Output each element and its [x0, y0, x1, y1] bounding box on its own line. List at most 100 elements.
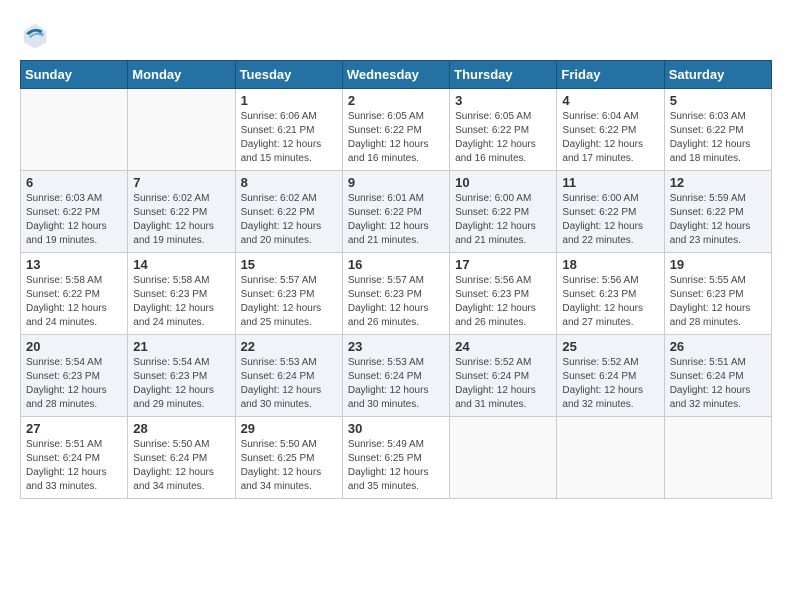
cell-info: Sunrise: 5:50 AMSunset: 6:25 PMDaylight:… — [241, 438, 337, 494]
cell-info: Sunrise: 6:06 AMSunset: 6:21 PMDaylight:… — [241, 110, 337, 166]
calendar-cell: 16 Sunrise: 5:57 AMSunset: 6:23 PMDayligh… — [342, 253, 449, 335]
calendar-cell: 13Sunrise: 5:58 AMSunset: 6:22 PMDayligh… — [21, 253, 128, 335]
day-number: 11 — [562, 175, 658, 190]
calendar-cell — [21, 89, 128, 171]
day-number: 10 — [455, 175, 551, 190]
cell-info: Sunrise: 5:53 AMSunset: 6:24 PMDaylight:… — [348, 356, 444, 412]
day-number: 5 — [670, 93, 766, 108]
day-number: 29 — [241, 421, 337, 436]
calendar-cell: 14 Sunrise: 5:58 AMSunset: 6:23 PMDayligh… — [128, 253, 235, 335]
day-number: 3 — [455, 93, 551, 108]
col-header-saturday: Saturday — [664, 61, 771, 89]
calendar-cell: 22 Sunrise: 5:53 AMSunset: 6:24 PMDayligh… — [235, 335, 342, 417]
calendar-cell — [557, 417, 664, 499]
day-number: 12 — [670, 175, 766, 190]
day-number: 7 — [133, 175, 229, 190]
col-header-thursday: Thursday — [450, 61, 557, 89]
cell-info: Sunrise: 5:57 AMSunset: 6:23 PMDaylight:… — [241, 274, 337, 330]
day-number: 28 — [133, 421, 229, 436]
day-number: 4 — [562, 93, 658, 108]
cell-info: Sunrise: 5:56 AMSunset: 6:23 PMDaylight:… — [455, 274, 551, 330]
cell-info: Sunrise: 6:05 AMSunset: 6:22 PMDaylight:… — [348, 110, 444, 166]
cell-info: Sunrise: 6:02 AMSunset: 6:22 PMDaylight:… — [133, 192, 229, 248]
col-header-monday: Monday — [128, 61, 235, 89]
day-number: 6 — [26, 175, 122, 190]
col-header-friday: Friday — [557, 61, 664, 89]
calendar-cell: 18 Sunrise: 5:56 AMSunset: 6:23 PMDayligh… — [557, 253, 664, 335]
day-number: 26 — [670, 339, 766, 354]
day-number: 16 — [348, 257, 444, 272]
calendar-header-row: SundayMondayTuesdayWednesdayThursdayFrid… — [21, 61, 772, 89]
calendar-cell: 5 Sunrise: 6:03 AMSunset: 6:22 PMDaylight… — [664, 89, 771, 171]
calendar-cell: 2 Sunrise: 6:05 AMSunset: 6:22 PMDaylight… — [342, 89, 449, 171]
cell-info: Sunrise: 6:01 AMSunset: 6:22 PMDaylight:… — [348, 192, 444, 248]
calendar-cell — [450, 417, 557, 499]
day-number: 8 — [241, 175, 337, 190]
day-number: 23 — [348, 339, 444, 354]
week-row-4: 20 Sunrise: 5:54 AMSunset: 6:23 PMDayligh… — [21, 335, 772, 417]
week-row-1: 1Sunrise: 6:06 AMSunset: 6:21 PMDaylight… — [21, 89, 772, 171]
day-number: 20 — [26, 339, 122, 354]
calendar-cell: 10 Sunrise: 6:00 AMSunset: 6:22 PMDayligh… — [450, 171, 557, 253]
calendar-cell: 24Sunrise: 5:52 AMSunset: 6:24 PMDayligh… — [450, 335, 557, 417]
calendar-cell: 15 Sunrise: 5:57 AMSunset: 6:23 PMDayligh… — [235, 253, 342, 335]
cell-info: Sunrise: 5:58 AMSunset: 6:23 PMDaylight:… — [133, 274, 229, 330]
week-row-2: 6 Sunrise: 6:03 AMSunset: 6:22 PMDaylight… — [21, 171, 772, 253]
calendar-cell: 23 Sunrise: 5:53 AMSunset: 6:24 PMDayligh… — [342, 335, 449, 417]
calendar-table: SundayMondayTuesdayWednesdayThursdayFrid… — [20, 60, 772, 499]
cell-info: Sunrise: 5:51 AMSunset: 6:24 PMDaylight:… — [670, 356, 766, 412]
cell-info: Sunrise: 5:56 AMSunset: 6:23 PMDaylight:… — [562, 274, 658, 330]
cell-info: Sunrise: 6:04 AMSunset: 6:22 PMDaylight:… — [562, 110, 658, 166]
cell-info: Sunrise: 5:49 AMSunset: 6:25 PMDaylight:… — [348, 438, 444, 494]
page-header — [20, 20, 772, 50]
cell-info: Sunrise: 5:54 AMSunset: 6:23 PMDaylight:… — [133, 356, 229, 412]
calendar-cell — [128, 89, 235, 171]
calendar-cell: 11 Sunrise: 6:00 AMSunset: 6:22 PMDayligh… — [557, 171, 664, 253]
day-number: 15 — [241, 257, 337, 272]
calendar-cell: 9 Sunrise: 6:01 AMSunset: 6:22 PMDaylight… — [342, 171, 449, 253]
calendar-cell: 29 Sunrise: 5:50 AMSunset: 6:25 PMDayligh… — [235, 417, 342, 499]
calendar-cell: 6 Sunrise: 6:03 AMSunset: 6:22 PMDaylight… — [21, 171, 128, 253]
calendar-cell: 25Sunrise: 5:52 AMSunset: 6:24 PMDayligh… — [557, 335, 664, 417]
calendar-cell: 20 Sunrise: 5:54 AMSunset: 6:23 PMDayligh… — [21, 335, 128, 417]
day-number: 22 — [241, 339, 337, 354]
calendar-cell: 28 Sunrise: 5:50 AMSunset: 6:24 PMDayligh… — [128, 417, 235, 499]
calendar-cell: 4 Sunrise: 6:04 AMSunset: 6:22 PMDaylight… — [557, 89, 664, 171]
calendar-cell: 26 Sunrise: 5:51 AMSunset: 6:24 PMDayligh… — [664, 335, 771, 417]
day-number: 19 — [670, 257, 766, 272]
calendar-cell: 21 Sunrise: 5:54 AMSunset: 6:23 PMDayligh… — [128, 335, 235, 417]
day-number: 9 — [348, 175, 444, 190]
day-number: 2 — [348, 93, 444, 108]
logo-icon — [20, 20, 50, 50]
calendar-cell: 30 Sunrise: 5:49 AMSunset: 6:25 PMDayligh… — [342, 417, 449, 499]
cell-info: Sunrise: 6:00 AMSunset: 6:22 PMDaylight:… — [562, 192, 658, 248]
cell-info: Sunrise: 5:52 AMSunset: 6:24 PMDaylight:… — [455, 356, 551, 412]
cell-info: Sunrise: 6:05 AMSunset: 6:22 PMDaylight:… — [455, 110, 551, 166]
cell-info: Sunrise: 5:57 AMSunset: 6:23 PMDaylight:… — [348, 274, 444, 330]
day-number: 18 — [562, 257, 658, 272]
day-number: 25 — [562, 339, 658, 354]
day-number: 14 — [133, 257, 229, 272]
cell-info: Sunrise: 6:03 AMSunset: 6:22 PMDaylight:… — [26, 192, 122, 248]
cell-info: Sunrise: 5:50 AMSunset: 6:24 PMDaylight:… — [133, 438, 229, 494]
col-header-wednesday: Wednesday — [342, 61, 449, 89]
week-row-5: 27Sunrise: 5:51 AMSunset: 6:24 PMDayligh… — [21, 417, 772, 499]
cell-info: Sunrise: 6:00 AMSunset: 6:22 PMDaylight:… — [455, 192, 551, 248]
week-row-3: 13Sunrise: 5:58 AMSunset: 6:22 PMDayligh… — [21, 253, 772, 335]
day-number: 30 — [348, 421, 444, 436]
calendar-cell: 19Sunrise: 5:55 AMSunset: 6:23 PMDayligh… — [664, 253, 771, 335]
calendar-cell: 3 Sunrise: 6:05 AMSunset: 6:22 PMDaylight… — [450, 89, 557, 171]
logo — [20, 20, 54, 50]
calendar-cell: 1Sunrise: 6:06 AMSunset: 6:21 PMDaylight… — [235, 89, 342, 171]
calendar-cell: 17Sunrise: 5:56 AMSunset: 6:23 PMDayligh… — [450, 253, 557, 335]
cell-info: Sunrise: 5:53 AMSunset: 6:24 PMDaylight:… — [241, 356, 337, 412]
cell-info: Sunrise: 5:58 AMSunset: 6:22 PMDaylight:… — [26, 274, 122, 330]
day-number: 21 — [133, 339, 229, 354]
calendar-cell: 27Sunrise: 5:51 AMSunset: 6:24 PMDayligh… — [21, 417, 128, 499]
cell-info: Sunrise: 5:54 AMSunset: 6:23 PMDaylight:… — [26, 356, 122, 412]
col-header-sunday: Sunday — [21, 61, 128, 89]
cell-info: Sunrise: 6:03 AMSunset: 6:22 PMDaylight:… — [670, 110, 766, 166]
cell-info: Sunrise: 5:51 AMSunset: 6:24 PMDaylight:… — [26, 438, 122, 494]
col-header-tuesday: Tuesday — [235, 61, 342, 89]
calendar-cell: 12Sunrise: 5:59 AMSunset: 6:22 PMDayligh… — [664, 171, 771, 253]
